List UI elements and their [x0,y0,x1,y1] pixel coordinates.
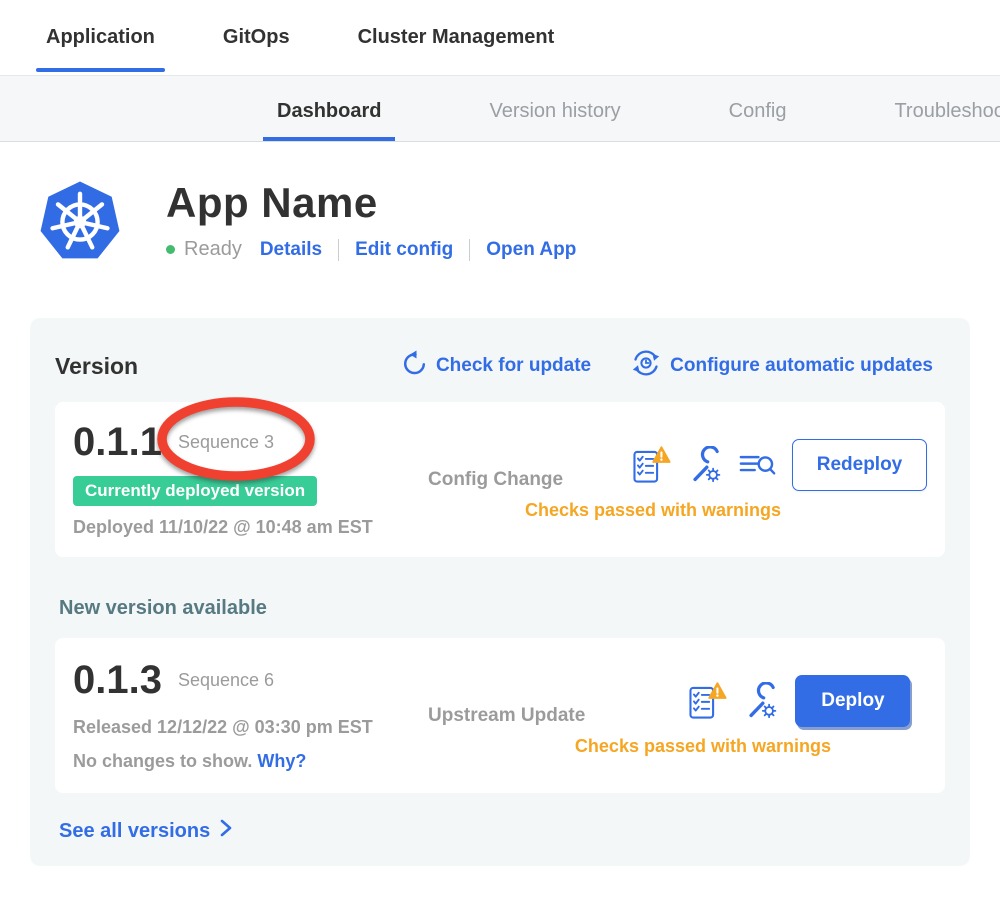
preflight-checks-warning-icon[interactable] [631,445,671,485]
released-timestamp: Released 12/12/22 @ 03:30 pm EST [73,717,428,738]
edit-config-wrench-icon[interactable] [687,446,723,484]
tab-troubleshoot[interactable]: Troubleshoot [880,100,1000,141]
divider [469,239,470,261]
new-version-number: 0.1.3 [73,659,162,701]
deploy-button[interactable]: Deploy [795,675,910,727]
currently-deployed-badge: Currently deployed version [73,476,317,506]
primary-nav: Application GitOps Cluster Management [0,0,1000,76]
current-checks-status: Checks passed with warnings [525,500,781,521]
kubernetes-logo-icon [36,178,124,266]
divider [338,239,339,261]
app-status-text: Ready [184,238,242,261]
scheduled-sync-icon [631,348,661,384]
nav-gitops[interactable]: GitOps [213,26,300,75]
edit-config-wrench-icon[interactable] [743,682,779,720]
version-panel-header: Version Check for update [55,348,945,384]
new-version-info: 0.1.3 Sequence 6 Released 12/12/22 @ 03:… [73,659,428,772]
see-all-versions-label: See all versions [59,820,210,843]
version-panel: Version Check for update [30,318,970,866]
app-tabs-nav: Dashboard Version history Config Trouble… [0,76,1000,142]
new-checks-status: Checks passed with warnings [575,736,831,757]
view-diff-magnifier-icon[interactable] [739,452,776,478]
chevron-right-icon [220,819,232,843]
nav-cluster-management[interactable]: Cluster Management [348,26,565,75]
configure-automatic-updates-label: Configure automatic updates [670,355,933,377]
app-status-row: Ready Details Edit config Open App [166,238,576,261]
see-all-versions-link[interactable]: See all versions [59,819,232,843]
tab-dashboard[interactable]: Dashboard [263,100,395,141]
no-changes-text: No changes to show. [73,751,252,771]
new-version-sequence: Sequence 6 [178,670,274,691]
ready-status-dot-icon [166,245,175,254]
check-for-update-label: Check for update [436,355,591,377]
redeploy-button[interactable]: Redeploy [792,439,927,491]
current-version-info: 0.1.1 Sequence 3 Currently deployed vers… [73,421,428,538]
nav-application[interactable]: Application [36,26,165,75]
app-name-title: App Name [166,180,576,226]
why-link[interactable]: Why? [257,751,306,771]
edit-config-link[interactable]: Edit config [355,239,453,261]
refresh-icon [401,350,427,383]
configure-automatic-updates-link[interactable]: Configure automatic updates [631,348,933,384]
new-version-card: 0.1.3 Sequence 6 Released 12/12/22 @ 03:… [55,638,945,793]
current-version-source-type: Config Change [428,469,603,491]
deployed-timestamp: Deployed 11/10/22 @ 10:48 am EST [73,517,428,538]
app-dashboard-page: Application GitOps Cluster Management Da… [0,0,1000,898]
preflight-checks-warning-icon[interactable] [687,681,727,721]
open-app-link[interactable]: Open App [486,239,576,261]
app-header: App Name Ready Details Edit config Open … [36,178,1000,266]
tab-config[interactable]: Config [715,100,801,141]
current-version-number: 0.1.1 [73,421,162,463]
details-link[interactable]: Details [260,239,322,261]
current-version-sequence: Sequence 3 [178,432,274,453]
current-version-card: 0.1.1 Sequence 3 Currently deployed vers… [55,402,945,557]
new-version-source-type: Upstream Update [428,705,603,727]
check-for-update-link[interactable]: Check for update [401,350,591,383]
tab-version-history[interactable]: Version history [475,100,634,141]
new-version-heading: New version available [59,597,945,620]
version-panel-title: Version [55,353,138,380]
